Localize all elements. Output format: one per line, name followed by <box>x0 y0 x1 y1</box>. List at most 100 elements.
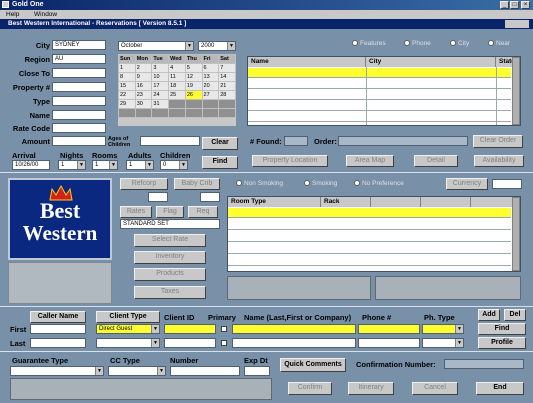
detail-button[interactable]: Detail <box>414 155 458 167</box>
results-grid[interactable]: Name City State <box>247 56 521 126</box>
guarantee-type-select[interactable]: ▼ <box>10 366 104 376</box>
calendar-day[interactable] <box>218 99 236 109</box>
req-button[interactable]: Req <box>188 206 218 218</box>
select-rate-button[interactable]: Select Rate <box>134 234 206 247</box>
cancel-button[interactable]: Cancel <box>412 382 458 395</box>
availability-button[interactable]: Availability <box>474 155 524 167</box>
calendar-day[interactable]: 4 <box>168 63 186 73</box>
inventory-button[interactable]: Inventory <box>134 251 206 264</box>
smoking-no-pref[interactable]: No Preference <box>354 180 404 187</box>
col-city[interactable]: City <box>366 57 496 67</box>
col-state[interactable]: State <box>496 57 515 67</box>
rates-button[interactable]: Rates <box>120 206 152 218</box>
phone-input-2[interactable] <box>358 338 420 348</box>
chevron-down-icon[interactable]: ▼ <box>151 325 159 333</box>
month-select[interactable]: October ▼ <box>118 41 194 51</box>
room-row[interactable] <box>228 244 511 254</box>
amount-input[interactable] <box>52 136 106 146</box>
calendar-day[interactable]: 17 <box>151 81 170 91</box>
refcorp-count[interactable] <box>148 192 168 202</box>
itinerary-button[interactable]: Itinerary <box>348 382 394 395</box>
currency-input[interactable] <box>492 179 522 189</box>
filter-city[interactable]: City <box>450 40 469 47</box>
ph-type-select[interactable]: ▼ <box>422 324 464 334</box>
col-room-type[interactable]: Room Type <box>228 197 321 207</box>
find-search-button[interactable]: Find <box>202 156 238 169</box>
client-type-button[interactable]: Client Type <box>96 311 160 323</box>
results-scrollbar[interactable] <box>512 57 520 125</box>
rate-set-field[interactable]: STANDARD SET <box>120 219 220 229</box>
cc-type-select[interactable]: ▼ <box>108 366 166 376</box>
results-row[interactable] <box>248 68 511 78</box>
rooms-select[interactable]: 1 ▼ <box>92 160 118 170</box>
filter-phone[interactable]: Phone <box>404 40 431 47</box>
calendar-day[interactable]: 3 <box>151 63 170 73</box>
property-location-button[interactable]: Property Location <box>252 155 328 167</box>
calendar-day[interactable] <box>134 108 153 118</box>
arrival-input[interactable]: 10/26/00 <box>12 160 50 170</box>
guest-name-input-2[interactable] <box>232 338 356 348</box>
children-select[interactable]: 0 ▼ <box>160 160 188 170</box>
room-scrollbar[interactable] <box>512 197 520 271</box>
col-rate-3[interactable] <box>371 197 421 207</box>
close-to-input[interactable] <box>52 68 106 78</box>
calendar-day[interactable]: 26 <box>184 90 203 100</box>
calendar-day[interactable]: 24 <box>151 90 170 100</box>
profile-button[interactable]: Profile <box>478 337 526 349</box>
room-row[interactable] <box>228 208 511 218</box>
calendar-day[interactable]: 22 <box>118 90 136 100</box>
exp-dt-input[interactable] <box>244 366 270 376</box>
menu-help[interactable]: Help <box>6 11 19 18</box>
calendar-day[interactable]: 10 <box>151 72 170 82</box>
chevron-down-icon[interactable]: ▼ <box>77 161 85 169</box>
refcorp-button[interactable]: Refcorp <box>120 178 168 190</box>
smoking-non[interactable]: Non Smoking <box>236 180 283 187</box>
client-type-select-2[interactable]: ▼ <box>96 338 160 348</box>
primary-checkbox-2[interactable] <box>221 340 227 346</box>
col-name[interactable]: Name <box>248 57 366 67</box>
nights-select[interactable]: 1 ▼ <box>58 160 86 170</box>
subwindow-controls[interactable] <box>505 20 529 28</box>
ages-input[interactable] <box>140 136 200 146</box>
comments-area[interactable] <box>10 378 272 400</box>
chevron-down-icon[interactable]: ▼ <box>185 42 193 50</box>
calendar-day[interactable]: 6 <box>201 63 220 73</box>
calendar-day[interactable] <box>184 99 203 109</box>
baby-crib-button[interactable]: Baby Crib <box>174 178 220 190</box>
room-grid[interactable]: Room Type Rack <box>227 196 521 272</box>
results-row[interactable] <box>248 79 511 89</box>
clear-order-button[interactable]: Clear Order <box>473 135 523 148</box>
calendar-day[interactable]: 30 <box>134 99 153 109</box>
calendar-day[interactable]: 7 <box>218 63 236 73</box>
calendar-day[interactable]: 14 <box>218 72 236 82</box>
calendar-day[interactable]: 5 <box>184 63 203 73</box>
chevron-down-icon[interactable]: ▼ <box>145 161 153 169</box>
rate-code-input[interactable] <box>52 123 106 133</box>
calendar-day[interactable]: 2 <box>134 63 153 73</box>
chevron-down-icon[interactable]: ▼ <box>109 161 117 169</box>
client-id-input-2[interactable] <box>164 338 216 348</box>
calendar-day[interactable]: 11 <box>168 72 186 82</box>
type-input[interactable] <box>52 96 106 106</box>
region-input[interactable]: AU <box>52 54 106 64</box>
currency-button[interactable]: Currency <box>446 178 488 190</box>
calendar-day[interactable] <box>151 108 170 118</box>
property-input[interactable] <box>52 82 106 92</box>
results-row[interactable] <box>248 101 511 111</box>
crib-count[interactable] <box>200 192 220 202</box>
products-button[interactable]: Products <box>134 268 206 281</box>
calendar-day[interactable] <box>201 108 220 118</box>
room-notes-right[interactable] <box>375 276 521 300</box>
calendar-day[interactable]: 20 <box>201 81 220 91</box>
calendar-day[interactable]: 25 <box>168 90 186 100</box>
room-notes-left[interactable] <box>227 276 371 300</box>
first-input[interactable] <box>30 324 86 334</box>
calendar-day[interactable] <box>168 99 186 109</box>
confirm-button[interactable]: Confirm <box>288 382 332 395</box>
filter-near[interactable]: Near <box>488 40 510 47</box>
chevron-down-icon[interactable]: ▼ <box>157 367 165 375</box>
calendar-day[interactable] <box>118 108 136 118</box>
calendar-day[interactable] <box>218 108 236 118</box>
year-select[interactable]: 2000 ▼ <box>198 41 236 51</box>
city-input[interactable]: SYDNEY <box>52 40 106 50</box>
